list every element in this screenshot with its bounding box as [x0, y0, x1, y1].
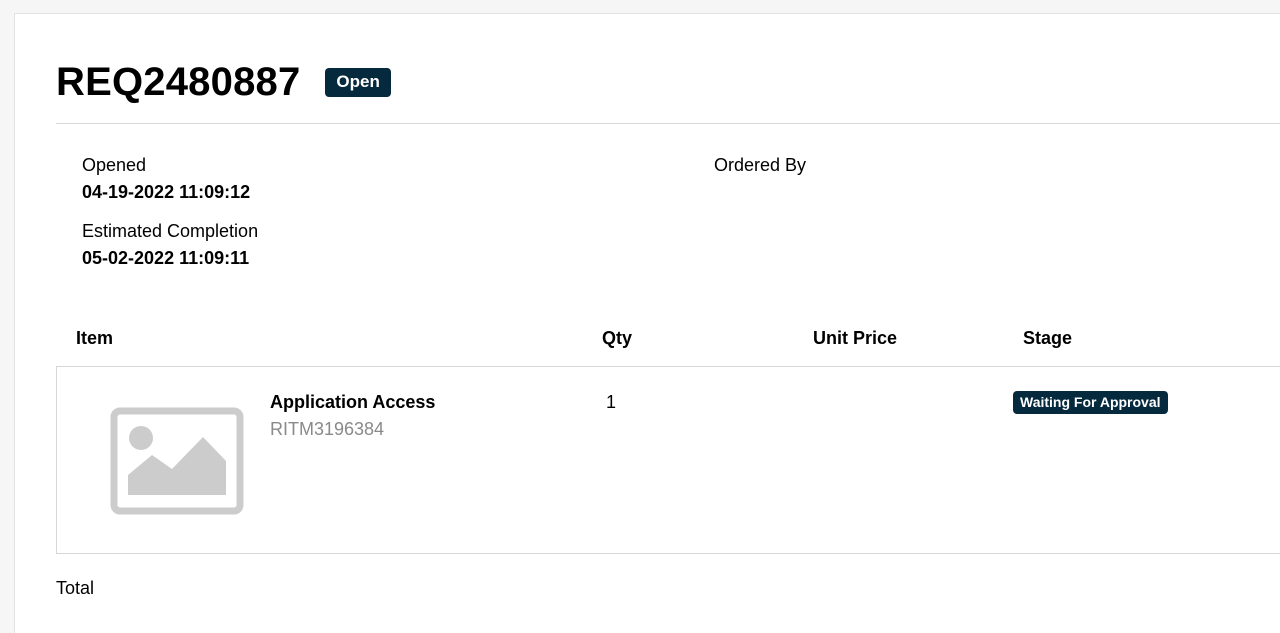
column-header-stage: Stage	[1023, 328, 1073, 348]
header-divider	[56, 123, 1280, 124]
image-placeholder-icon	[110, 407, 244, 515]
item-name-link[interactable]: Application Access	[270, 391, 435, 413]
item-qty: 1	[606, 392, 617, 412]
estimated-completion-value: 05-02-2022 11:09:11	[82, 248, 250, 268]
opened-value: 04-19-2022 11:09:12	[82, 182, 251, 202]
stage-badge: Waiting For Approval	[1013, 391, 1168, 414]
request-detail-panel: REQ2480887 Open Opened 04-19-2022 11:09:…	[14, 13, 1280, 633]
item-number: RITM3196384	[270, 419, 385, 439]
column-header-unit-price: Unit Price	[813, 328, 898, 348]
table-row[interactable]: Application Access RITM3196384 1 Waiting…	[56, 366, 1280, 554]
estimated-completion-label: Estimated Completion	[82, 221, 259, 241]
request-number: REQ2480887	[56, 60, 301, 104]
status-badge: Open	[325, 67, 391, 97]
column-header-qty: Qty	[602, 328, 633, 348]
column-header-item: Item	[76, 328, 114, 348]
opened-label: Opened	[82, 155, 147, 175]
total-label: Total	[56, 578, 95, 598]
ordered-by-label: Ordered By	[714, 155, 807, 175]
request-header: REQ2480887 Open	[56, 58, 391, 106]
